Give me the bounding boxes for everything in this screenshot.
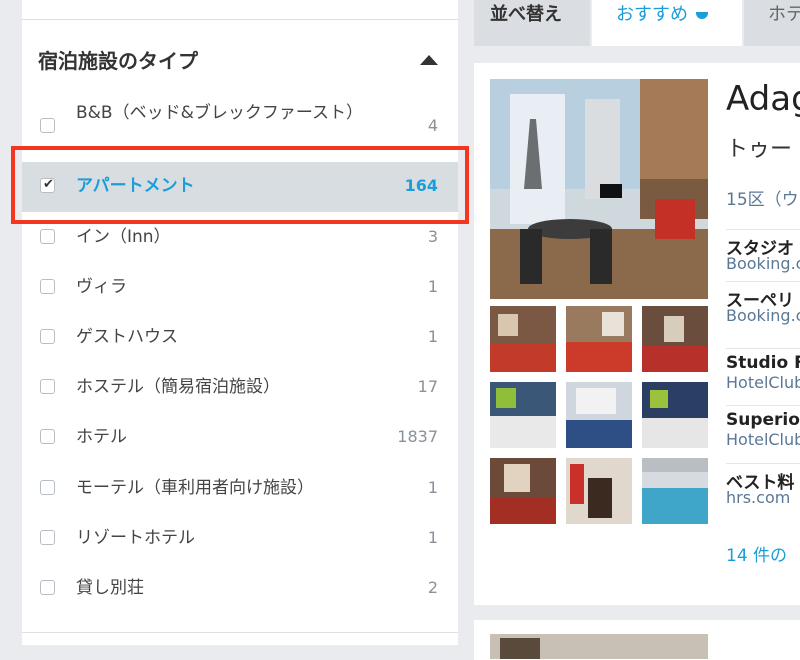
deal-site: Booking.c [726, 306, 800, 325]
filter-item-apartment[interactable]: ✔ アパートメント 164 [22, 162, 458, 212]
filter-count: 1 [427, 327, 438, 346]
filter-count: 1 [427, 528, 438, 547]
filter-label: リゾートホテル [76, 528, 195, 548]
hotel-card: Adag トゥー 15区（ウ スタジオ Booking.c スーペリ Booki… [474, 63, 800, 605]
thumbnail[interactable] [642, 458, 708, 524]
thumbnail-image [490, 306, 556, 372]
thumbnail[interactable] [490, 382, 556, 448]
sort-tab-label: ホテ [768, 4, 800, 25]
checkbox[interactable] [40, 329, 55, 344]
thumbnail-image [566, 382, 632, 448]
deal-row[interactable]: Superior HotelClub [726, 405, 800, 450]
check-mark-icon: ✔ [43, 177, 54, 192]
filter-label: モーテル（車利用者向け施設） [76, 478, 314, 498]
thumbnail-image [642, 382, 708, 448]
filter-count: 2 [427, 578, 438, 597]
hotel-main-photo[interactable] [490, 79, 708, 299]
room-photo-image [490, 79, 708, 299]
filter-item-inn[interactable]: イン（Inn） 3 [22, 213, 458, 263]
deal-room-type: Superior [726, 410, 800, 430]
filter-item-guesthouse[interactable]: ゲストハウス 1 [22, 313, 458, 363]
filter-count: 17 [417, 377, 438, 396]
hotel-location: 15区（ウ [726, 190, 799, 210]
sort-bar: 並べ替え おすすめ ホテ [474, 0, 800, 46]
thumbnail[interactable] [490, 458, 556, 524]
filter-count: 1 [427, 478, 438, 497]
checkbox-checked[interactable]: ✔ [40, 177, 55, 193]
filter-label: 貸し別荘 [76, 578, 144, 598]
more-deals-link[interactable]: 14 件の [726, 541, 787, 566]
filter-count: 1 [427, 277, 438, 296]
filter-label: B&B（ベッド&ブレックファースト） [76, 103, 363, 123]
filter-count: 1837 [397, 427, 438, 446]
thumbnail[interactable] [490, 306, 556, 372]
section-title: 宿泊施設のタイプ [38, 49, 198, 73]
checkbox[interactable] [40, 379, 55, 394]
next-hotel-photo[interactable] [490, 634, 708, 659]
property-type-filter-panel: 宿泊施設のタイプ B&B（ベッド&ブレックファースト） 4 ✔ アパートメント … [22, 0, 458, 645]
checkbox[interactable] [40, 530, 55, 545]
deal-site: HotelClub [726, 373, 800, 392]
checkbox[interactable] [40, 229, 55, 244]
filter-item-hostel[interactable]: ホステル（簡易宿泊施設） 17 [22, 363, 458, 413]
filter-item-hotel[interactable]: ホテル 1837 [22, 413, 458, 463]
thumbnail-image [642, 306, 708, 372]
filter-label: アパートメント [76, 176, 195, 196]
next-hotel-card [474, 620, 800, 660]
thumbnail-image [490, 458, 556, 524]
filter-item-bnb[interactable]: B&B（ベッド&ブレックファースト） 4 [22, 98, 458, 154]
checkbox[interactable] [40, 429, 55, 444]
thumbnail-image [490, 382, 556, 448]
filter-label: ゲストハウス [76, 327, 178, 347]
filter-label: ヴィラ [76, 277, 127, 297]
deal-row[interactable]: Studio Fo HotelClub [726, 348, 800, 393]
filter-item-resort[interactable]: リゾートホテル 1 [22, 514, 458, 564]
deal-row[interactable]: スタジオ Booking.c [726, 229, 800, 274]
sort-tab-hotel[interactable]: ホテ [744, 0, 800, 46]
divider [22, 632, 458, 633]
deal-site: Booking.c [726, 254, 800, 273]
thumbnail-image [566, 458, 632, 524]
filter-label: ホテル [76, 427, 127, 447]
hotel-subtitle: トゥー [726, 137, 793, 162]
deal-site: hrs.com [726, 488, 791, 507]
filter-label: イン（Inn） [76, 227, 171, 247]
thumbnail[interactable] [642, 382, 708, 448]
checkbox[interactable] [40, 118, 55, 133]
thumbnail-image [566, 306, 632, 372]
thumbnail-image [642, 458, 708, 524]
deal-row[interactable]: スーペリ Booking.c [726, 281, 800, 326]
thumbnail[interactable] [566, 306, 632, 372]
checkbox[interactable] [40, 279, 55, 294]
deal-site: HotelClub [726, 430, 800, 449]
dropdown-icon [696, 11, 708, 19]
sort-label: 並べ替え [474, 0, 590, 46]
deal-row[interactable]: ベスト料 hrs.com [726, 463, 800, 508]
checkbox[interactable] [40, 480, 55, 495]
sort-tab-recommended[interactable]: おすすめ [592, 0, 742, 46]
collapse-triangle-icon[interactable] [420, 55, 438, 65]
hotel-name[interactable]: Adag [726, 79, 800, 119]
thumbnail[interactable] [566, 382, 632, 448]
filter-count: 164 [404, 176, 438, 195]
filter-count: 3 [427, 227, 438, 246]
filter-item-villa[interactable]: ヴィラ 1 [22, 263, 458, 313]
thumbnail[interactable] [566, 458, 632, 524]
thumbnail[interactable] [642, 306, 708, 372]
sort-tab-label: おすすめ [616, 4, 688, 25]
filter-label: ホステル（簡易宿泊施設） [76, 377, 280, 397]
deal-room-type: Studio Fo [726, 353, 800, 373]
divider [22, 19, 458, 20]
filter-item-motel[interactable]: モーテル（車利用者向け施設） 1 [22, 464, 458, 514]
checkbox[interactable] [40, 580, 55, 595]
filter-item-vacation-rental[interactable]: 貸し別荘 2 [22, 564, 458, 614]
filter-count: 4 [427, 116, 438, 135]
